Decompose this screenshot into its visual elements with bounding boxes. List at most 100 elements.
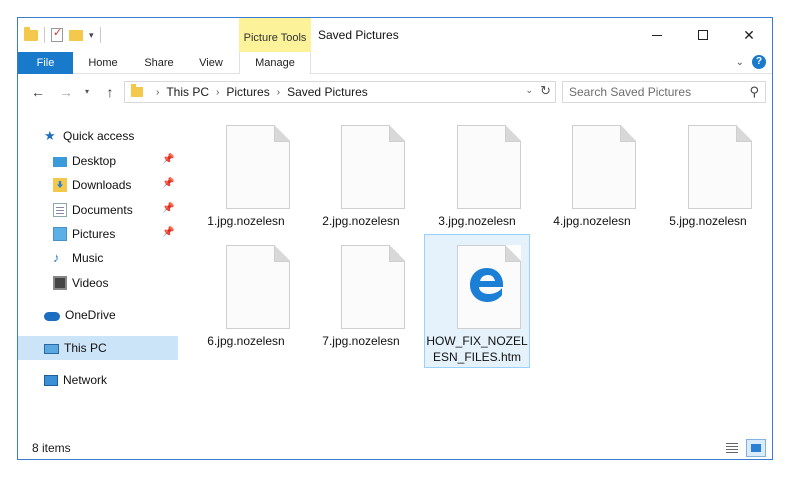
folder-icon (24, 26, 38, 41)
address-bar[interactable]: › This PC › Pictures › Saved Pictures ⌄ … (124, 81, 556, 103)
sidebar-item-network[interactable]: Network (18, 368, 178, 392)
file-name: 7.jpg.nozelesn (322, 334, 400, 348)
pin-icon: 📌 (162, 227, 175, 238)
divider (99, 27, 101, 43)
file-list: 1.jpg.nozelesn 2.jpg.nozelesn 3.jpg.noze… (181, 116, 771, 432)
search-box[interactable]: ⚲ (562, 81, 766, 103)
close-button[interactable]: ✕ (726, 18, 772, 52)
onedrive-icon (44, 312, 60, 321)
search-input[interactable] (569, 85, 739, 99)
page-fold (505, 245, 521, 262)
item-count: 8 items (32, 441, 71, 455)
window-title: Saved Pictures (318, 28, 399, 42)
minimize-button[interactable] (634, 18, 680, 52)
sidebar-item-quick-access[interactable]: ★ Quick access (18, 124, 178, 148)
page-fold (736, 125, 752, 142)
sidebar-item-this-pc[interactable]: This PC (18, 336, 178, 360)
file-name: HOW_FIX_NOZELESN_FILES.htm (426, 334, 528, 364)
refresh-icon[interactable]: ↻ (540, 83, 551, 99)
sidebar-item-label: Downloads (72, 178, 132, 192)
file-name: 3.jpg.nozelesn (438, 214, 516, 228)
folder-icon (131, 84, 143, 97)
star-icon: ★ (44, 128, 56, 143)
file-name: 1.jpg.nozelesn (207, 214, 285, 228)
this-pc-icon (44, 343, 59, 354)
music-icon: ♪ (53, 250, 60, 265)
page-fold (389, 125, 405, 142)
pin-icon: 📌 (162, 154, 175, 165)
sidebar-item-pictures[interactable]: Pictures 📌 (18, 222, 178, 246)
pin-icon: 📌 (162, 178, 175, 189)
back-button[interactable]: ← (28, 82, 48, 102)
file-name: 6.jpg.nozelesn (207, 334, 285, 348)
sidebar-item-documents[interactable]: Documents 📌 (18, 198, 178, 222)
network-icon (44, 374, 58, 386)
sidebar-item-label: Music (72, 251, 104, 265)
downloads-icon (53, 178, 67, 192)
maximize-button[interactable] (680, 18, 726, 52)
tab-manage[interactable]: Manage (239, 52, 311, 74)
sidebar-item-label: Desktop (72, 154, 117, 168)
ribbon-tabs: File Home Share View Manage ⌄ ? (18, 52, 772, 74)
search-icon[interactable]: ⚲ (749, 84, 759, 100)
ribbon-right: ⌄ ? (736, 55, 766, 69)
videos-icon (53, 276, 67, 290)
chevron-right-icon[interactable]: › (156, 87, 159, 98)
window-controls: ✕ (634, 18, 772, 52)
new-folder-icon[interactable] (69, 29, 83, 41)
sidebar-item-music[interactable]: ♪ Music (18, 246, 178, 270)
edge-icon (470, 268, 504, 302)
tab-view[interactable]: View (185, 52, 237, 74)
breadcrumb-pictures[interactable]: Pictures (226, 85, 269, 99)
large-icons-view-icon[interactable] (746, 439, 766, 457)
file-explorer-window: ▾ Picture Tools Saved Pictures ✕ File Ho… (17, 17, 773, 460)
details-view-icon[interactable] (722, 439, 742, 457)
sidebar-item-onedrive[interactable]: OneDrive (18, 303, 178, 327)
sidebar-item-videos[interactable]: Videos (18, 271, 178, 295)
divider (44, 27, 45, 43)
maximize-icon (698, 30, 708, 40)
sidebar-item-downloads[interactable]: Downloads 📌 (18, 173, 178, 197)
desktop-icon (53, 157, 67, 167)
sidebar-item-desktop[interactable]: Desktop 📌 (18, 149, 178, 173)
breadcrumb-this-pc[interactable]: This PC (166, 85, 209, 99)
expand-ribbon-icon[interactable]: ⌄ (736, 57, 744, 68)
sidebar-item-label: Quick access (63, 129, 135, 143)
help-icon[interactable]: ? (752, 55, 766, 69)
customize-dropdown-icon[interactable]: ▾ (89, 30, 94, 41)
status-bar: 8 items (18, 438, 772, 459)
pictures-icon (53, 227, 67, 241)
sidebar-item-label: OneDrive (65, 308, 116, 322)
quick-access-toolbar: ▾ (24, 25, 101, 45)
up-button[interactable]: ↑ (100, 82, 120, 102)
forward-button[interactable]: → (56, 82, 76, 102)
pin-icon: 📌 (162, 203, 175, 214)
page-fold (389, 245, 405, 262)
minimize-icon (652, 34, 662, 36)
navigation-bar: ← → ▾ ↑ › This PC › Pictures › Saved Pic… (18, 78, 772, 106)
recent-locations-icon[interactable]: ▾ (80, 82, 94, 102)
file-name: 2.jpg.nozelesn (322, 214, 400, 228)
properties-icon[interactable] (51, 26, 63, 42)
title-bar: ▾ Picture Tools Saved Pictures ✕ (18, 18, 772, 52)
sidebar-item-label: Pictures (72, 227, 116, 241)
tab-file[interactable]: File (18, 52, 73, 74)
navigation-pane: ★ Quick access Desktop 📌 Downloads 📌 Doc… (18, 116, 178, 432)
file-name: 5.jpg.nozelesn (669, 214, 747, 228)
address-dropdown-icon[interactable]: ⌄ (525, 85, 533, 96)
chevron-right-icon[interactable]: › (216, 87, 219, 98)
page-fold (274, 245, 290, 262)
tab-home[interactable]: Home (73, 52, 133, 74)
sidebar-item-label: This PC (64, 341, 107, 355)
page-fold (274, 125, 290, 142)
file-name: 4.jpg.nozelesn (553, 214, 631, 228)
page-fold (620, 125, 636, 142)
breadcrumb-saved-pictures[interactable]: Saved Pictures (287, 85, 368, 99)
chevron-right-icon[interactable]: › (277, 87, 280, 98)
picture-tools-group: Picture Tools (239, 18, 311, 52)
sidebar-item-label: Videos (72, 276, 109, 290)
sidebar-item-label: Network (63, 373, 108, 387)
tab-share[interactable]: Share (133, 52, 185, 74)
documents-icon (53, 203, 67, 217)
sidebar-item-label: Documents (72, 203, 133, 217)
